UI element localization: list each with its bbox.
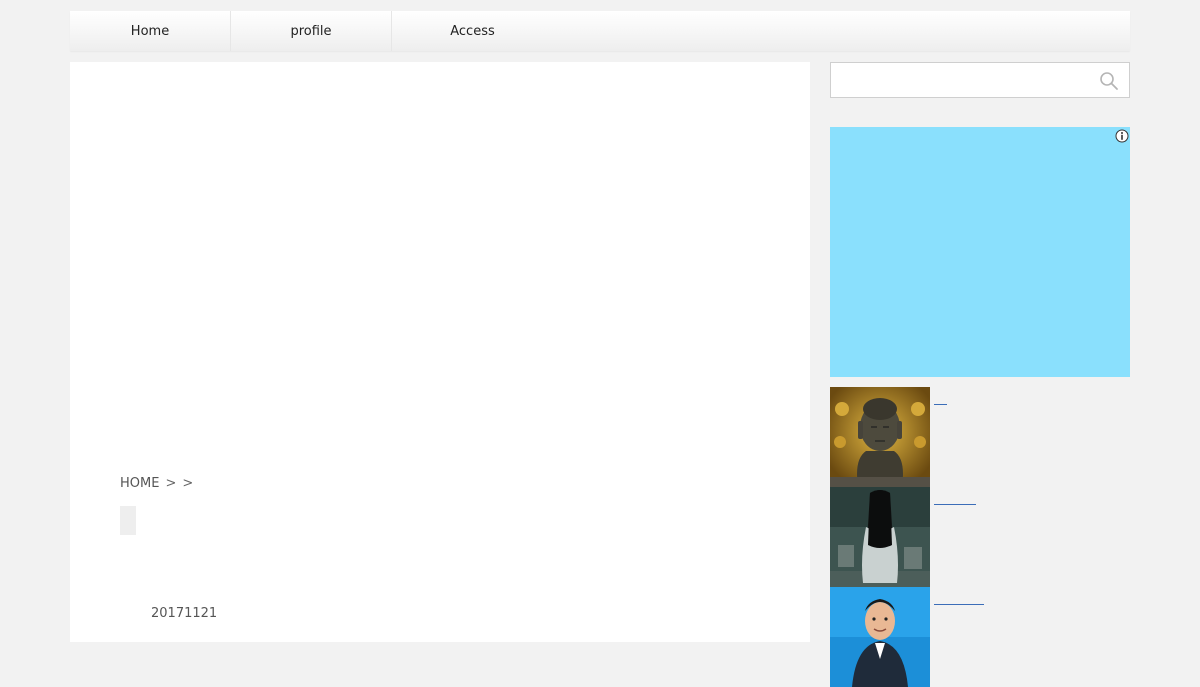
info-icon[interactable] [1115,128,1129,143]
man-in-suit-image[interactable] [830,587,930,687]
related-article-link[interactable] [934,493,976,505]
long-haired-ghost-image[interactable] [830,487,930,587]
nav-item-access[interactable]: Access [392,11,553,51]
list-item [830,587,1130,687]
search-icon[interactable] [1099,71,1119,91]
nav-item-home[interactable]: Home [70,11,231,51]
ad-banner[interactable] [830,127,1130,377]
related-article-link[interactable] [934,593,984,605]
list-item [830,387,1130,487]
search-input[interactable] [831,63,1091,97]
breadcrumb: HOME > > [120,476,193,491]
related-article-link[interactable] [934,393,947,405]
breadcrumb-separator: > [165,476,177,491]
breadcrumb-home-link[interactable]: HOME [120,476,159,491]
list-item [830,487,1130,587]
nav-item-profile[interactable]: profile [231,11,392,51]
main-content: HOME > > 20171121 [70,62,810,642]
category-tag[interactable] [120,506,136,535]
search-box [830,62,1130,98]
top-nav: Home profile Access [70,11,1130,51]
post-date: 20171121 [151,606,218,621]
breadcrumb-separator: > [182,476,194,491]
related-articles [830,387,1130,687]
buddha-statue-image[interactable] [830,387,930,487]
